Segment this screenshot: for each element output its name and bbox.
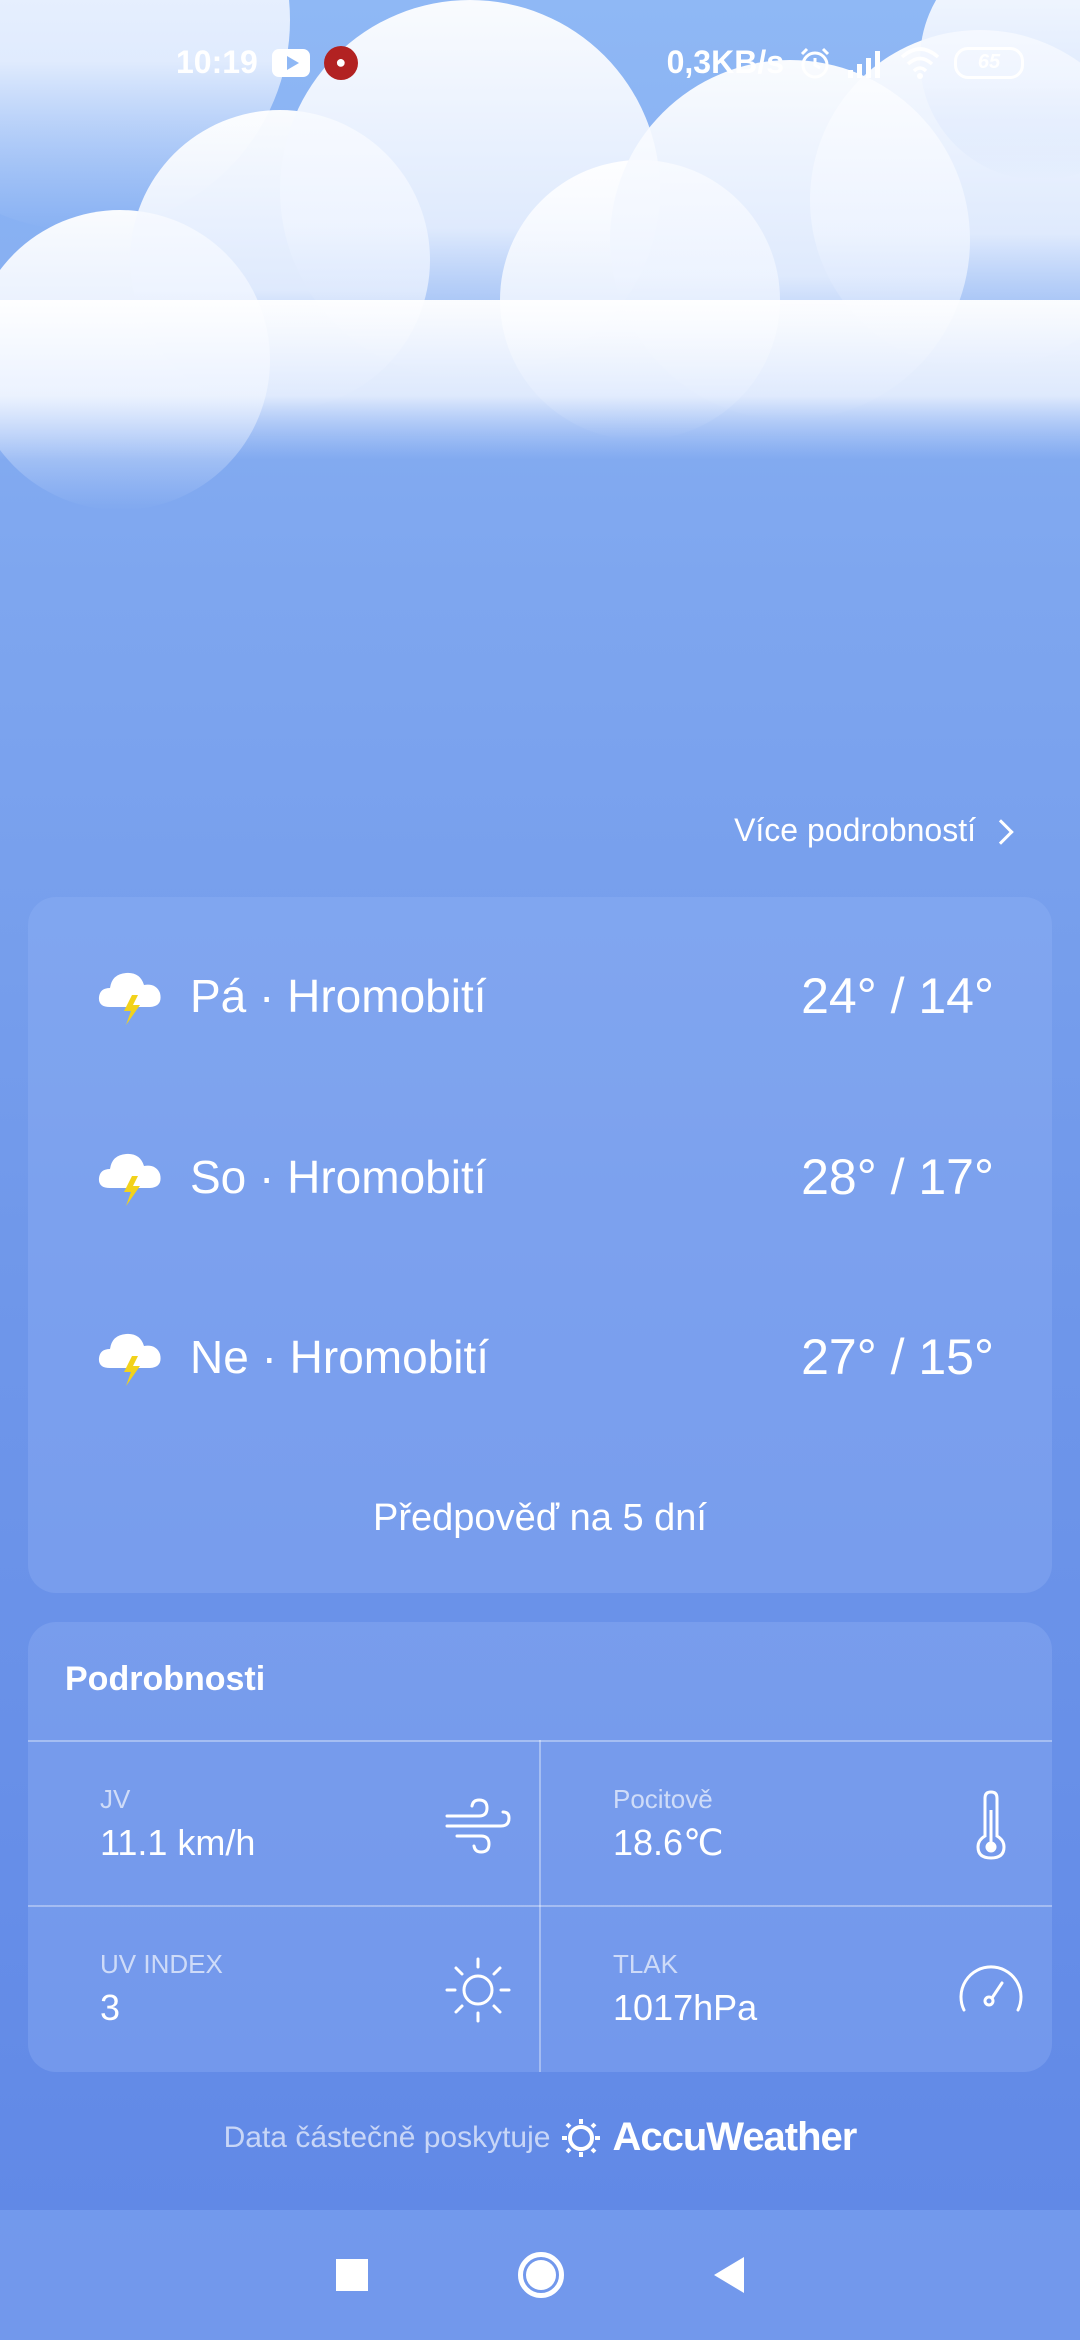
details-title: Podrobnosti bbox=[65, 1660, 266, 1698]
wind-direction: JV bbox=[100, 1784, 131, 1814]
feels-like-label: Pocitově bbox=[613, 1784, 713, 1814]
attribution-text: Data částečně poskytuje bbox=[223, 2120, 551, 2154]
app-icon: ● bbox=[323, 45, 358, 80]
more-details-link[interactable]: Více podrobností bbox=[734, 812, 1014, 849]
pressure-label: TLAK bbox=[613, 1949, 679, 1979]
recent-apps-button[interactable] bbox=[336, 2259, 368, 2291]
details-card: Podrobnosti JV 11.1 km/h Pocitově 18.6℃ … bbox=[28, 1622, 1052, 2072]
wifi-icon bbox=[900, 46, 940, 79]
feels-like-cell: Pocitově 18.6℃ bbox=[541, 1742, 1052, 1907]
forecast-card: Pá · Hromobití 24° / 14° So · Hromobití … bbox=[28, 897, 1052, 1593]
wind-speed: 11.1 km/h bbox=[100, 1822, 256, 1863]
forecast-day-label: Pá · Hromobití bbox=[190, 970, 487, 1022]
forecast-day-label: Ne · Hromobití bbox=[190, 1331, 490, 1383]
forecast-temps: 24° / 14° bbox=[801, 968, 994, 1024]
wind-icon bbox=[445, 1798, 511, 1854]
wind-cell: JV 11.1 km/h bbox=[28, 1742, 539, 1907]
thunderstorm-icon bbox=[98, 1153, 161, 1206]
forecast-temps: 27° / 15° bbox=[801, 1329, 994, 1385]
forecast-row-saturday[interactable]: So · Hromobití 28° / 17° bbox=[96, 1127, 994, 1227]
alarm-icon bbox=[800, 47, 830, 78]
five-day-forecast-button[interactable]: Předpověď na 5 dní bbox=[28, 1497, 1052, 1540]
home-button[interactable] bbox=[518, 2252, 564, 2298]
youtube-icon bbox=[271, 48, 310, 77]
forecast-row-sunday[interactable]: Ne · Hromobití 27° / 15° bbox=[96, 1307, 994, 1407]
accuweather-sun-icon bbox=[562, 2118, 601, 2157]
feels-like-value: 18.6℃ bbox=[613, 1822, 724, 1863]
thunderstorm-icon bbox=[98, 972, 161, 1025]
forecast-row-friday[interactable]: Pá · Hromobití 24° / 14° bbox=[96, 946, 994, 1046]
more-details-label: Více podrobností bbox=[734, 812, 976, 848]
network-speed: 0,3KB/s bbox=[666, 44, 784, 80]
signal-icon bbox=[848, 50, 880, 78]
sun-icon bbox=[445, 1957, 511, 2023]
uv-index-cell: UV INDEX 3 bbox=[28, 1907, 539, 2072]
uv-index-label: UV INDEX bbox=[100, 1949, 223, 1979]
forecast-day-label: So · Hromobití bbox=[190, 1151, 487, 1203]
navigation-bar bbox=[0, 2210, 1080, 2340]
uv-index-value: 3 bbox=[100, 1987, 121, 2028]
gauge-icon bbox=[959, 1965, 1023, 2012]
pressure-cell: TLAK 1017hPa bbox=[541, 1907, 1052, 2072]
thunderstorm-icon bbox=[98, 1333, 161, 1386]
back-button[interactable] bbox=[714, 2257, 744, 2293]
status-time: 10:19 bbox=[176, 44, 258, 80]
status-bar: 10:19 ● 0,3KB/s 65 bbox=[0, 0, 1080, 125]
forecast-temps: 28° / 17° bbox=[801, 1149, 994, 1205]
chevron-right-icon bbox=[988, 818, 1014, 845]
attribution: Data částečně poskytuje AccuWeather bbox=[0, 2115, 1080, 2160]
pressure-value: 1017hPa bbox=[613, 1987, 758, 2028]
battery-icon: 65 bbox=[954, 46, 1024, 79]
accuweather-logo[interactable]: AccuWeather bbox=[612, 2115, 857, 2160]
thermometer-icon bbox=[976, 1790, 1006, 1860]
